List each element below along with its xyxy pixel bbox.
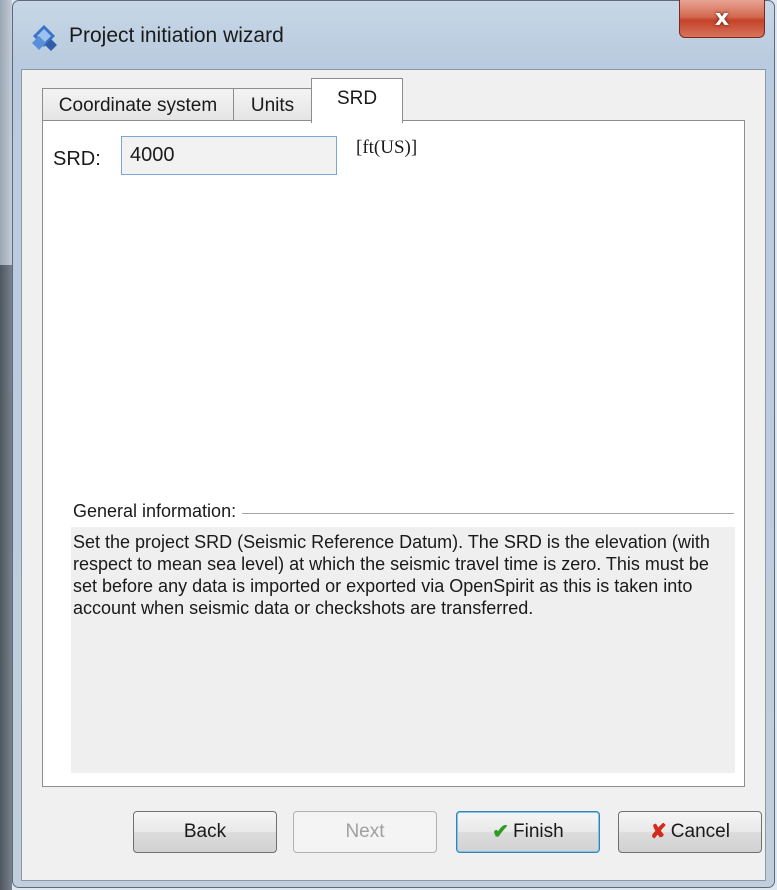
cancel-button[interactable]: ✘ Cancel [618,811,762,853]
desktop-background [0,0,12,890]
srd-unit-label: [ft(US)] [356,137,418,158]
general-info-label: General information: [73,501,243,522]
desktop-background-dark [0,265,12,890]
srd-label: SRD: [53,148,101,170]
tab-coordinate-system[interactable]: Coordinate system [42,88,234,123]
srd-input[interactable] [121,136,337,175]
close-button[interactable]: x [679,0,765,38]
next-button-label: Next [345,821,385,842]
wizard-client-area: Coordinate system Units SRD SRD: [ft(US)… [21,69,766,881]
general-info-header: General information: [69,501,734,527]
wizard-app-icon [32,25,57,51]
wizard-window: Project initiation wizard x Coordinate s… [12,0,775,888]
finish-button-label: Finish [513,821,564,842]
tab-srd[interactable]: SRD [311,78,403,123]
cross-icon: ✘ [650,821,667,843]
close-icon: x [714,6,730,31]
back-button-label: Back [183,821,227,842]
window-title: Project initiation wizard [69,24,284,47]
next-button[interactable]: Next [293,811,437,853]
srd-tab-panel: SRD: [ft(US)] General information: Set t… [42,120,745,787]
back-button[interactable]: Back [133,811,277,853]
finish-button[interactable]: ✔ Finish [456,811,600,853]
title-bar[interactable]: Project initiation wizard x [13,0,774,69]
cancel-button-label: Cancel [670,821,730,842]
check-icon: ✔ [492,821,510,843]
general-info-text: Set the project SRD (Seismic Reference D… [71,527,735,773]
tab-units[interactable]: Units [233,88,312,123]
